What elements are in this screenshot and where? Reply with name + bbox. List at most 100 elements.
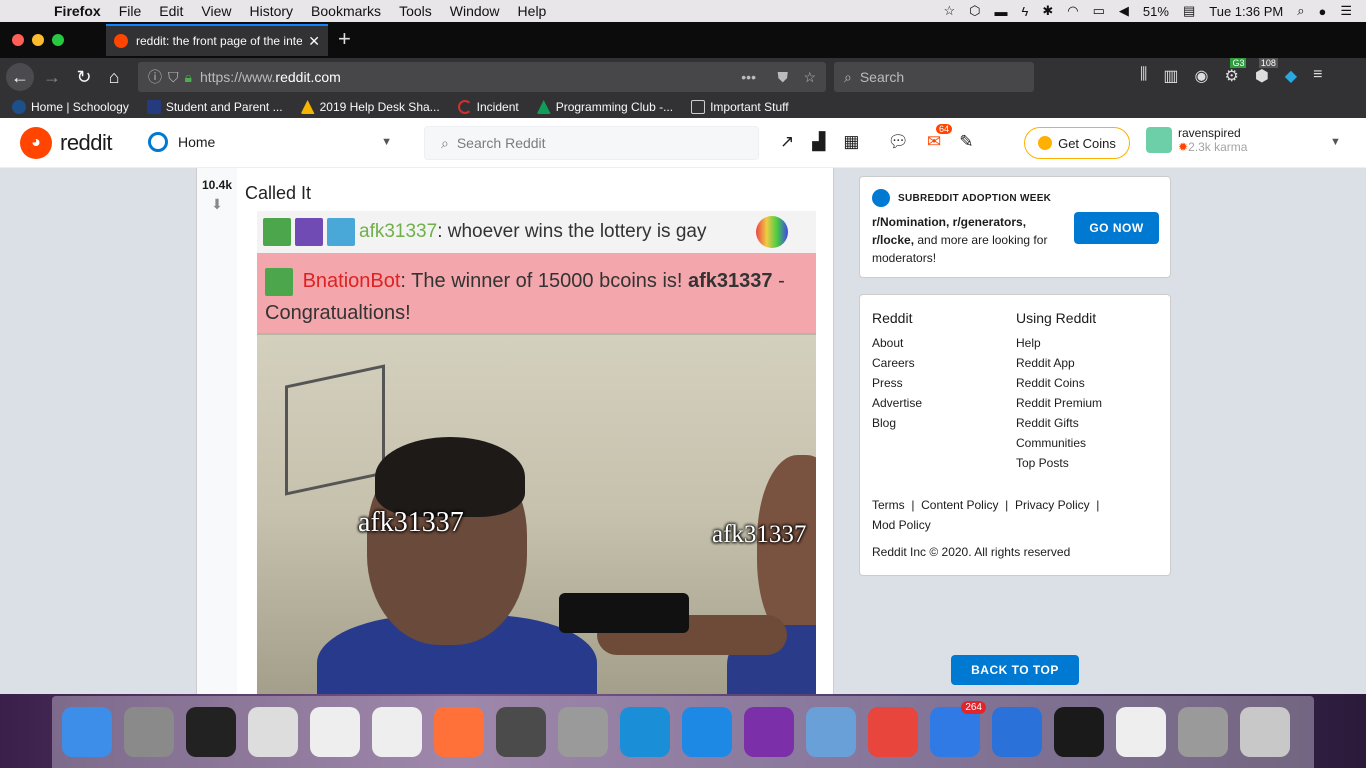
siri-icon[interactable]: ● — [1318, 4, 1326, 19]
reddit-logo[interactable]: ◕ reddit — [20, 127, 113, 159]
star-icon[interactable]: ☆ — [943, 3, 955, 19]
link-blog[interactable]: Blog — [872, 413, 922, 433]
link-mod-policy[interactable]: Mod Policy — [872, 518, 931, 532]
chat-icon[interactable]: 💬︎ — [887, 132, 909, 152]
activity-monitor-icon[interactable] — [1054, 707, 1104, 757]
new-tab-icon[interactable]: + — [338, 26, 351, 52]
info-icon[interactable]: ⓘ — [148, 67, 162, 87]
chrome-icon[interactable] — [868, 707, 918, 757]
bluetooth-file-exchange-icon[interactable] — [992, 707, 1042, 757]
create-post-icon[interactable]: ✎ — [959, 132, 973, 152]
extension-1-icon[interactable]: ⚙ G3 — [1224, 58, 1247, 86]
menu-window[interactable]: Window — [450, 3, 500, 19]
wifi-icon[interactable]: ◠ — [1067, 3, 1078, 19]
menu-app-name[interactable]: Firefox — [54, 3, 101, 19]
user-menu[interactable]: ravenspired ✹2.3k karma — [1146, 126, 1247, 154]
forward-icon[interactable]: → — [38, 63, 66, 91]
finder-icon[interactable] — [62, 707, 112, 757]
user-chevron-down-icon[interactable]: ▼ — [1330, 136, 1341, 148]
unknown-app-2-icon[interactable] — [1178, 707, 1228, 757]
mail-icon[interactable]: ✉ 64 — [927, 124, 952, 152]
account-icon[interactable]: ◉ — [1195, 66, 1209, 86]
downvote-icon[interactable]: ⬇ — [197, 196, 237, 213]
close-window-icon[interactable] — [12, 34, 24, 46]
page-actions-icon[interactable]: ••• — [741, 69, 756, 85]
tab-reddit[interactable]: reddit: the front page of the inte ✕ — [106, 24, 328, 56]
link-reddit-coins[interactable]: Reddit Coins — [1016, 373, 1102, 393]
textedit-1-icon[interactable] — [310, 707, 360, 757]
menu-bookmarks[interactable]: Bookmarks — [311, 3, 381, 19]
browser-search-input[interactable]: ⌕ Search — [834, 62, 1034, 92]
bluetooth-icon[interactable]: ✱ — [1042, 3, 1053, 19]
trash-icon[interactable] — [1240, 707, 1290, 757]
minimize-window-icon[interactable] — [32, 34, 44, 46]
link-reddit-app[interactable]: Reddit App — [1016, 353, 1102, 373]
rpan-icon[interactable]: ▦ — [843, 132, 859, 152]
menu-history[interactable]: History — [249, 3, 293, 19]
url-bar[interactable]: ⓘ ⛉ 🔒︎ https://www. reddit.com ••• ⛊ ☆ — [138, 62, 826, 92]
reload-icon[interactable]: ↻ — [70, 63, 98, 91]
link-advertise[interactable]: Advertise — [872, 393, 922, 413]
lock-icon[interactable]: 🔒︎ — [185, 69, 192, 86]
vnc-viewer-icon[interactable] — [620, 707, 670, 757]
notification-center-icon[interactable]: ☰ — [1340, 3, 1352, 19]
bookmark-incident[interactable]: Incident — [457, 100, 519, 114]
link-careers[interactable]: Careers — [872, 353, 922, 373]
library-icon[interactable]: ⫼ — [1140, 66, 1147, 86]
firefox-icon[interactable] — [434, 707, 484, 757]
bookmark-student-parent[interactable]: Student and Parent ... — [146, 100, 283, 114]
script-editor-icon[interactable] — [248, 707, 298, 757]
link-about[interactable]: About — [872, 333, 922, 353]
system-preferences-icon[interactable] — [124, 707, 174, 757]
screenshot-icon[interactable] — [1116, 707, 1166, 757]
briefcase-icon[interactable]: ▬ — [994, 4, 1007, 19]
link-help[interactable]: Help — [1016, 333, 1102, 353]
bookmark-programming-club[interactable]: Programming Club -... — [536, 100, 673, 114]
volume-icon[interactable]: ◀ — [1119, 3, 1129, 19]
menu-tools[interactable]: Tools — [399, 3, 432, 19]
menu-edit[interactable]: Edit — [159, 3, 183, 19]
feed-selector[interactable]: Home ▼ — [148, 132, 398, 152]
github-desktop-icon[interactable] — [744, 707, 794, 757]
get-coins-button[interactable]: Get Coins — [1024, 127, 1130, 159]
vscode-icon[interactable] — [682, 707, 732, 757]
link-content-policy[interactable]: Content Policy — [921, 498, 998, 512]
link-communities[interactable]: Communities — [1016, 433, 1102, 453]
sublime-text-icon[interactable] — [496, 707, 546, 757]
bookmark-schoology[interactable]: Home | Schoology — [12, 100, 129, 114]
shield-icon[interactable]: ⛉ — [168, 69, 179, 86]
terminal-icon[interactable] — [186, 707, 236, 757]
link-top-posts[interactable]: Top Posts — [1016, 453, 1102, 473]
close-tab-icon[interactable]: ✕ — [308, 33, 320, 50]
link-reddit-premium[interactable]: Reddit Premium — [1016, 393, 1102, 413]
post-title[interactable]: Called It — [245, 183, 311, 204]
back-icon[interactable]: ← — [6, 63, 34, 91]
bookmark-important-stuff[interactable]: Important Stuff — [691, 100, 789, 114]
bookmark-help-desk[interactable]: 2019 Help Desk Sha... — [300, 100, 440, 114]
battery-percent[interactable]: 51% — [1143, 4, 1169, 19]
textedit-2-icon[interactable] — [372, 707, 422, 757]
airplay-icon[interactable]: ▭ — [1093, 3, 1105, 19]
menu-clock[interactable]: Tue 1:36 PM — [1209, 4, 1283, 19]
back-to-top-button[interactable]: BACK TO TOP — [951, 655, 1079, 685]
home-icon[interactable]: ⌂ — [100, 63, 128, 91]
hamburger-menu-icon[interactable]: ≡ — [1313, 66, 1322, 86]
sidebar-icon[interactable]: ▥ — [1163, 66, 1178, 86]
bolt-icon[interactable]: ϟ — [1021, 4, 1028, 19]
link-reddit-gifts[interactable]: Reddit Gifts — [1016, 413, 1102, 433]
menu-help[interactable]: Help — [518, 3, 547, 19]
unknown-app-icon[interactable] — [558, 707, 608, 757]
go-now-button[interactable]: GO NOW — [1074, 212, 1159, 244]
pocket-icon[interactable]: ⛊ — [778, 69, 789, 86]
leaderboard-icon[interactable]: ▟ — [812, 132, 825, 152]
zoom-window-icon[interactable] — [52, 34, 64, 46]
post-image[interactable]: afk31337: whoever wins the lottery is ga… — [257, 211, 816, 694]
link-privacy-policy[interactable]: Privacy Policy — [1015, 498, 1090, 512]
post-card[interactable]: 10.4k ⬇ Called It afk31337: whoever wins… — [196, 168, 834, 694]
preview-icon[interactable] — [806, 707, 856, 757]
trending-icon[interactable]: ↗ — [780, 132, 794, 152]
link-terms[interactable]: Terms — [872, 498, 905, 512]
airmail-icon[interactable]: 264 — [930, 701, 986, 757]
extension-3-icon[interactable]: ◆ — [1285, 66, 1297, 86]
menu-file[interactable]: File — [119, 3, 142, 19]
